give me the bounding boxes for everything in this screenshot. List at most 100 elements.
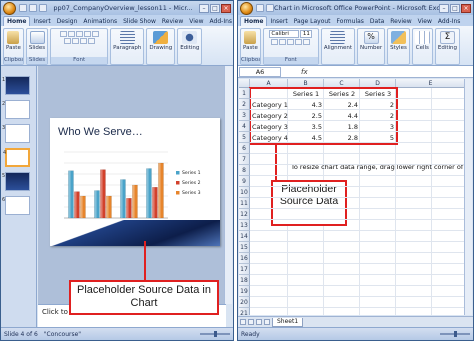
slide-canvas[interactable]: Who We Serve… Category 1Category 2Catego… bbox=[50, 118, 220, 246]
editing-button[interactable]: Editing bbox=[180, 45, 199, 51]
row-header[interactable]: 20 bbox=[239, 297, 250, 308]
alignment-button[interactable]: Alignment bbox=[324, 45, 352, 51]
fx-icon[interactable]: fx bbox=[301, 68, 308, 76]
office-button[interactable] bbox=[240, 1, 253, 15]
slide-thumbnail[interactable]: 3 bbox=[2, 124, 30, 143]
close-icon[interactable]: × bbox=[221, 3, 231, 13]
row-header[interactable]: 10 bbox=[239, 187, 250, 198]
editing-button[interactable]: Editing bbox=[438, 45, 457, 51]
sheet-vertical-scrollbar[interactable] bbox=[464, 79, 472, 315]
bold-icon[interactable] bbox=[271, 39, 279, 45]
tab-page-layout[interactable]: Page Layout bbox=[291, 17, 334, 26]
worksheet-grid[interactable]: A B C D E Series 1 Series 2 Series 3 Cat… bbox=[239, 79, 466, 315]
close-icon[interactable]: × bbox=[461, 3, 471, 13]
row-header[interactable]: 11 bbox=[239, 198, 250, 209]
row-header[interactable]: 2 bbox=[239, 99, 250, 110]
sheet-tab[interactable]: Sheet1 bbox=[272, 317, 304, 327]
styles-icon[interactable] bbox=[391, 31, 406, 44]
row-header[interactable]: 1 bbox=[239, 88, 250, 99]
row-header[interactable]: 4 bbox=[239, 121, 250, 132]
tab-add-ins[interactable]: Add-Ins bbox=[207, 17, 233, 26]
tab-home[interactable]: Home bbox=[240, 16, 268, 26]
slides-button[interactable]: Slides bbox=[29, 45, 45, 51]
paste-icon[interactable] bbox=[244, 31, 257, 44]
row-header[interactable]: 14 bbox=[239, 231, 250, 242]
bold-icon[interactable] bbox=[59, 31, 67, 37]
minimize-icon[interactable]: – bbox=[199, 3, 209, 13]
strikethrough-icon[interactable] bbox=[83, 31, 91, 37]
shadow-icon[interactable] bbox=[87, 38, 95, 44]
row-header[interactable]: 12 bbox=[239, 209, 250, 220]
row-header[interactable]: 3 bbox=[239, 110, 250, 121]
column-header[interactable]: E bbox=[396, 79, 466, 88]
borders-icon[interactable] bbox=[295, 39, 303, 45]
alignment-icon[interactable] bbox=[330, 31, 346, 44]
undo-icon[interactable] bbox=[266, 4, 274, 12]
tab-insert[interactable]: Insert bbox=[30, 17, 53, 26]
clear-format-icon[interactable] bbox=[79, 38, 87, 44]
font-color-icon[interactable] bbox=[91, 31, 99, 37]
tab-review[interactable]: Review bbox=[159, 17, 186, 26]
next-sheet-icon[interactable] bbox=[256, 319, 262, 325]
italic-icon[interactable] bbox=[279, 39, 287, 45]
underline-icon[interactable] bbox=[287, 39, 295, 45]
row-header[interactable]: 9 bbox=[239, 176, 250, 187]
cells-icon[interactable] bbox=[414, 31, 430, 44]
slide-title[interactable]: Who We Serve… bbox=[58, 126, 143, 138]
slide-thumbnail[interactable]: 5 bbox=[2, 172, 30, 191]
minimize-icon[interactable]: – bbox=[439, 3, 449, 13]
maximize-icon[interactable]: □ bbox=[450, 3, 460, 13]
new-slide-icon[interactable] bbox=[29, 31, 45, 44]
styles-button[interactable]: Styles bbox=[390, 45, 407, 51]
italic-icon[interactable] bbox=[67, 31, 75, 37]
row-header[interactable]: 17 bbox=[239, 264, 250, 275]
tab-insert[interactable]: Insert bbox=[267, 17, 290, 26]
cells-button[interactable]: Cells bbox=[416, 45, 429, 51]
number-button[interactable]: Number bbox=[360, 45, 382, 51]
zoom-slider[interactable] bbox=[200, 331, 230, 337]
drawing-button[interactable]: Drawing bbox=[149, 45, 172, 51]
tab-formulas[interactable]: Formulas bbox=[334, 17, 367, 26]
redo-icon[interactable] bbox=[39, 4, 47, 12]
binoculars-icon[interactable] bbox=[182, 31, 198, 44]
save-icon[interactable] bbox=[256, 4, 264, 12]
row-header[interactable]: 16 bbox=[239, 253, 250, 264]
tab-view[interactable]: View bbox=[415, 17, 435, 26]
paragraph-button[interactable]: Paragraph bbox=[113, 45, 141, 51]
slide-thumbnail[interactable]: 1 bbox=[2, 76, 30, 95]
slide-thumbnail-selected[interactable]: 4 bbox=[3, 148, 30, 167]
paste-button[interactable]: Paste bbox=[6, 45, 21, 51]
prev-sheet-icon[interactable] bbox=[248, 319, 254, 325]
row-header[interactable]: 5 bbox=[239, 132, 250, 143]
slide-vertical-scrollbar[interactable] bbox=[224, 66, 232, 304]
grow-font-icon[interactable] bbox=[63, 38, 71, 44]
shrink-font-icon[interactable] bbox=[71, 38, 79, 44]
row-header[interactable]: 13 bbox=[239, 220, 250, 231]
font-name-select[interactable]: Calibri bbox=[269, 30, 300, 38]
tab-home[interactable]: Home bbox=[3, 16, 31, 26]
slide-thumbnail[interactable]: 6 bbox=[2, 196, 30, 215]
tab-add-ins[interactable]: Add-Ins bbox=[435, 17, 463, 26]
tab-view[interactable]: View bbox=[186, 17, 206, 26]
font-size-select[interactable]: 11 bbox=[300, 30, 313, 38]
tab-animations[interactable]: Animations bbox=[80, 17, 120, 26]
maximize-icon[interactable]: □ bbox=[210, 3, 220, 13]
row-header[interactable]: 21 bbox=[239, 308, 250, 315]
undo-icon[interactable] bbox=[29, 4, 37, 12]
paragraph-icon[interactable] bbox=[119, 31, 135, 44]
office-button[interactable] bbox=[3, 1, 16, 15]
percent-icon[interactable]: % bbox=[363, 31, 379, 44]
row-header[interactable]: 7 bbox=[239, 154, 250, 165]
fill-color-icon[interactable] bbox=[303, 39, 311, 45]
sigma-icon[interactable]: Σ bbox=[439, 31, 455, 44]
slide-thumbnail[interactable]: 2 bbox=[2, 100, 30, 119]
tab-review[interactable]: Review bbox=[387, 17, 414, 26]
row-header[interactable]: 8 bbox=[239, 165, 250, 176]
shapes-icon[interactable] bbox=[153, 31, 169, 44]
tab-data[interactable]: Data bbox=[367, 17, 387, 26]
paste-button[interactable]: Paste bbox=[243, 45, 258, 51]
underline-icon[interactable] bbox=[75, 31, 83, 37]
last-sheet-icon[interactable] bbox=[264, 319, 270, 325]
tab-slide-show[interactable]: Slide Show bbox=[120, 17, 159, 26]
first-sheet-icon[interactable] bbox=[240, 319, 246, 325]
